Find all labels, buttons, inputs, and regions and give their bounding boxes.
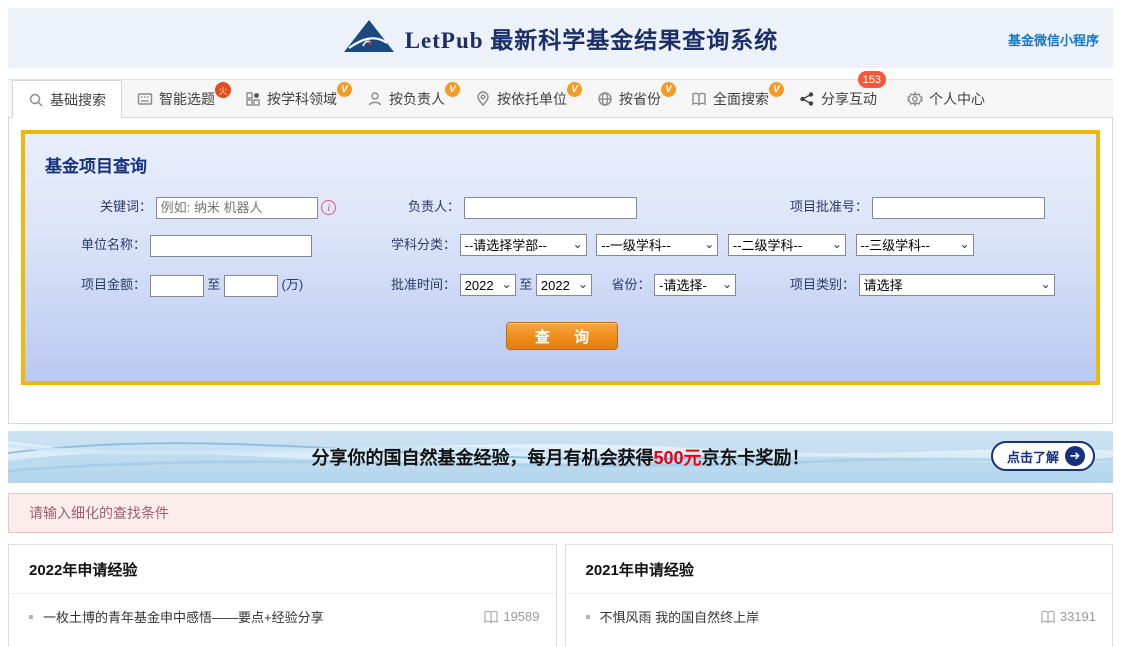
promo-banner[interactable]: 分享你的国自然基金经验，每月有机会获得500元京东卡奖励！ 点击了解 ➜ bbox=[8, 431, 1113, 483]
amount-max-input[interactable] bbox=[223, 274, 278, 297]
hot-badge: 火 bbox=[215, 82, 231, 98]
amount-field: 项目金额： 至 (万) bbox=[81, 274, 303, 297]
tab-bar: 基础搜索 智能选题 火 按学科领域 V 按负责人 V 按依托单位 V 按省份 V… bbox=[8, 71, 1113, 118]
book-icon bbox=[691, 91, 707, 107]
brand: LetPub 最新科学基金结果查询系统 bbox=[343, 19, 779, 58]
notification-count-badge: 153 bbox=[857, 71, 886, 88]
category-icon bbox=[245, 91, 261, 107]
banner-text: 分享你的国自然基金经验，每月有机会获得500元京东卡奖励！ bbox=[311, 448, 810, 468]
arrow-right-icon: ➜ bbox=[1065, 446, 1085, 466]
province-label: 省份： bbox=[611, 277, 651, 292]
tab-by-subject[interactable]: 按学科领域 V bbox=[230, 80, 352, 117]
tab-share-interact[interactable]: 分享互动 153 bbox=[784, 71, 892, 117]
experience-column-2022: 2022年申请经验 一枚土博的青年基金申中感悟——要点+经验分享 19589 他… bbox=[8, 544, 557, 647]
keyword-field: 关键词： i bbox=[100, 196, 337, 219]
subject-field: 学科分类： --请选择学部-- --一级学科-- --二级学科-- --三级学科… bbox=[391, 233, 974, 257]
column-title: 2022年申请经验 bbox=[9, 545, 556, 594]
tab-by-pi[interactable]: 按负责人 V bbox=[352, 80, 460, 117]
gear-icon bbox=[907, 90, 923, 107]
grant-no-label: 项目批准号： bbox=[790, 199, 869, 214]
banner-cta-button[interactable]: 点击了解 ➜ bbox=[990, 441, 1095, 471]
tab-by-province[interactable]: 按省份 V bbox=[582, 80, 676, 117]
location-icon bbox=[475, 90, 491, 107]
grant-no-field: 项目批准号： bbox=[790, 196, 1045, 219]
type-label: 项目类别： bbox=[790, 277, 856, 292]
vip-badge: V bbox=[445, 82, 460, 97]
panel-title: 基金项目查询 bbox=[45, 157, 147, 176]
list-item: 第一次申请国自然青年基金上岸的经验分享 bbox=[566, 639, 1113, 647]
subject-label: 学科分类： bbox=[391, 237, 457, 252]
province-select[interactable]: -请选择- bbox=[654, 274, 737, 297]
tab-full-search[interactable]: 全面搜索 V bbox=[676, 80, 784, 117]
year-from-select[interactable]: 2022 bbox=[459, 274, 516, 297]
amount-to-label: 至 bbox=[207, 277, 221, 292]
search-form-container: 基金项目查询 关键词： i 负责人： 项目批准号： 单位名称： 学科分类： bbox=[8, 118, 1113, 424]
grant-no-input[interactable] bbox=[871, 196, 1045, 219]
search-icon bbox=[28, 92, 44, 108]
page: LetPub 最新科学基金结果查询系统 基金微信小程序 基础搜索 智能选题 火 … bbox=[8, 8, 1113, 647]
globe-icon bbox=[597, 91, 613, 107]
tab-by-institution[interactable]: 按依托单位 V bbox=[460, 80, 582, 117]
tab-smart-topic[interactable]: 智能选题 火 bbox=[122, 80, 231, 117]
column-title: 2021年申请经验 bbox=[565, 545, 1112, 594]
vip-badge: V bbox=[769, 82, 784, 97]
list-item: 不惧风雨 我的国自然终上岸 33191 bbox=[566, 594, 1113, 639]
view-count: 33191 bbox=[1040, 609, 1096, 624]
amount-label: 项目金额： bbox=[81, 277, 147, 292]
tab-personal-center[interactable]: 个人中心 bbox=[892, 80, 1000, 117]
org-field: 单位名称： bbox=[81, 234, 312, 257]
experience-column-2021: 2021年申请经验 不惧风雨 我的国自然终上岸 33191 第一次申请国自然青年… bbox=[564, 544, 1113, 647]
time-label: 批准时间： bbox=[391, 277, 457, 292]
search-button[interactable]: 查 询 bbox=[506, 322, 618, 350]
list-item: 一枚土博的青年基金申中感悟——要点+经验分享 19589 bbox=[9, 594, 556, 639]
share-icon bbox=[799, 91, 815, 107]
vip-badge: V bbox=[661, 82, 676, 97]
views-book-icon bbox=[484, 610, 498, 623]
vip-badge: V bbox=[337, 82, 352, 97]
letpub-mountain-logo-icon bbox=[343, 19, 395, 58]
mini-program-link[interactable]: 基金微信小程序 bbox=[1008, 30, 1099, 49]
org-label: 单位名称： bbox=[81, 237, 147, 252]
info-icon[interactable]: i bbox=[321, 200, 337, 216]
page-title: LetPub 最新科学基金结果查询系统 bbox=[404, 28, 779, 53]
list-item-link[interactable]: 一枚土博的青年基金申中感悟——要点+经验分享 bbox=[43, 607, 471, 626]
approval-time-field: 批准时间： 2022 至 2022 省份： -请选择- bbox=[391, 273, 737, 297]
experience-columns: 2022年申请经验 一枚土博的青年基金申中感悟——要点+经验分享 19589 他… bbox=[8, 544, 1113, 647]
list-item-link[interactable]: 不惧风雨 我的国自然终上岸 bbox=[600, 607, 1028, 626]
pi-label: 负责人： bbox=[408, 199, 461, 214]
refine-search-notice: 请输入细化的查找条件 bbox=[8, 493, 1113, 533]
pi-field: 负责人： bbox=[408, 196, 637, 219]
views-book-icon bbox=[1041, 610, 1055, 623]
list-item: 他山之石：大牛告诉你国自然基金标书怎么写 bbox=[9, 639, 556, 647]
keyword-label: 关键词： bbox=[100, 199, 153, 214]
org-name-input[interactable] bbox=[149, 234, 312, 257]
person-icon bbox=[367, 91, 383, 107]
subject-level2-select[interactable]: --二级学科-- bbox=[727, 234, 846, 257]
vip-badge: V bbox=[567, 82, 582, 97]
fund-query-panel: 基金项目查询 关键词： i 负责人： 项目批准号： 单位名称： 学科分类： bbox=[21, 130, 1100, 385]
pi-input[interactable] bbox=[463, 196, 637, 219]
subject-level1-select[interactable]: --一级学科-- bbox=[596, 234, 719, 257]
bullet-icon bbox=[585, 614, 590, 619]
subject-level3-select[interactable]: --三级学科-- bbox=[855, 234, 974, 257]
amount-min-input[interactable] bbox=[149, 274, 204, 297]
bullet-icon bbox=[29, 614, 33, 619]
tab-basic-search[interactable]: 基础搜索 bbox=[12, 80, 122, 118]
project-type-field: 项目类别： 请选择 bbox=[790, 273, 1055, 297]
view-count: 19589 bbox=[483, 609, 540, 624]
header: LetPub 最新科学基金结果查询系统 基金微信小程序 bbox=[8, 8, 1113, 68]
grid-icon bbox=[137, 91, 153, 107]
keyword-input[interactable] bbox=[155, 196, 318, 219]
subject-dept-select[interactable]: --请选择学部-- bbox=[459, 234, 587, 257]
project-type-select[interactable]: 请选择 bbox=[858, 274, 1055, 297]
year-to-select[interactable]: 2022 bbox=[535, 274, 592, 297]
banner-highlight: 500元 bbox=[653, 448, 702, 468]
time-to-label: 至 bbox=[519, 277, 533, 292]
amount-unit-label: (万) bbox=[281, 277, 304, 292]
